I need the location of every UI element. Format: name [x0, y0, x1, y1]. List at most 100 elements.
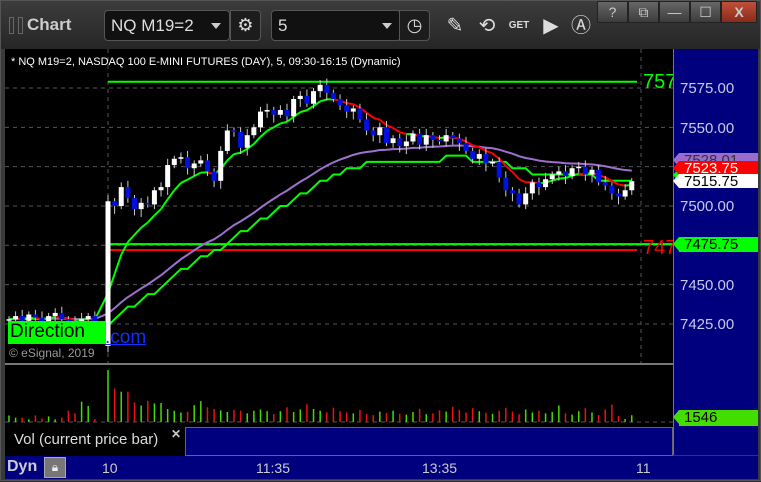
fast-ma-segment: [486, 151, 493, 153]
lower-level-label: 747: [643, 237, 673, 260]
candle-body: [53, 313, 58, 316]
candle-body: [59, 313, 64, 319]
fast-ma-segment: [148, 215, 155, 222]
candle-body: [331, 93, 336, 99]
candle-body: [139, 203, 144, 209]
candle-body: [271, 110, 276, 115]
candle-body: [119, 187, 124, 206]
volume-study-label: Vol (current price bar): [5, 425, 185, 456]
candle-body: [583, 167, 588, 175]
fast-ma-segment: [280, 122, 287, 124]
candle-body: [410, 134, 415, 142]
fast-ma-segment: [135, 228, 142, 235]
candle-body: [510, 190, 515, 193]
candle-body: [603, 182, 608, 185]
candle-body: [172, 159, 177, 165]
fast-ma-segment: [115, 255, 122, 274]
candle-body: [563, 171, 568, 176]
candle-body: [13, 316, 18, 319]
level-price-tag: 7475.75: [679, 237, 758, 252]
candle-body: [530, 182, 535, 193]
fast-ma-segment: [307, 106, 314, 110]
candle-body: [285, 110, 290, 116]
time-label: 10: [102, 460, 118, 476]
candle-body: [576, 167, 581, 169]
fast-ma-segment: [393, 128, 400, 132]
fast-ma-segment: [194, 173, 201, 176]
candle-body: [86, 316, 91, 319]
fast-ma-segment: [353, 104, 360, 107]
fast-ma-segment: [260, 131, 267, 137]
candle-body: [477, 154, 482, 159]
study-area: [185, 427, 673, 456]
price-label: 7550.00: [680, 120, 734, 137]
candle-body: [33, 315, 38, 318]
fast-ma-segment: [181, 180, 188, 183]
candle-body: [430, 135, 435, 140]
candle-body: [377, 127, 382, 135]
candle-body: [231, 130, 236, 132]
candle-body: [132, 198, 137, 209]
candle-body: [470, 151, 475, 159]
volume-tag: 1546: [679, 410, 758, 426]
fast-ma-segment: [300, 110, 307, 112]
candle-body: [238, 132, 243, 148]
fast-ma-segment: [380, 120, 387, 125]
fast-ma-segment: [227, 154, 234, 160]
fast-ma-segment: [161, 199, 168, 209]
candle-body: [205, 160, 210, 171]
close-study-icon[interactable]: ✕: [171, 427, 181, 441]
candle-body: [570, 168, 575, 176]
copyright-text: © eSignal, 2019: [9, 346, 95, 360]
chart-window: Chart NQ M19=2 ⚙ 5 ◷ ✎ ⟲ GET ▶ Ⓐ ? ⧉ — ☐…: [0, 0, 761, 481]
candle-body: [318, 85, 323, 91]
fast-ma-segment: [619, 184, 626, 185]
fast-ma-segment: [519, 179, 526, 182]
candle-body: [497, 162, 502, 178]
candle-body: [258, 112, 263, 128]
candle-body: [424, 135, 429, 144]
candle-body: [457, 138, 462, 143]
candle-body: [26, 315, 31, 321]
candle-body: [623, 190, 628, 196]
candle-body: [251, 127, 256, 135]
fast-ma-segment: [174, 183, 181, 190]
fast-ma-segment: [128, 235, 135, 242]
candle-body: [165, 165, 170, 187]
price-label: 7425.00: [680, 316, 734, 333]
candle-body: [404, 141, 409, 146]
candle-body: [324, 85, 329, 93]
candle-body: [212, 171, 217, 180]
upper-level-label: 757: [643, 71, 673, 94]
fast-ma-segment: [267, 127, 274, 131]
candle-body: [556, 171, 561, 174]
fast-ma-segment: [254, 137, 261, 144]
candle-body: [245, 135, 250, 148]
time-label: 11:35: [256, 460, 290, 476]
candle-body: [609, 186, 614, 194]
candle-body: [192, 164, 197, 169]
chart-header: * NQ M19=2, NASDAQ 100 E-MINI FUTURES (D…: [11, 56, 401, 68]
fast-ma-segment: [367, 113, 374, 118]
candle-body: [112, 201, 117, 206]
candle-body: [344, 105, 349, 111]
lock-icon[interactable]: 🔒︎: [44, 457, 66, 478]
candle-body: [338, 99, 343, 105]
fast-ma-segment: [400, 132, 407, 134]
dynamic-label: Dyn: [7, 458, 37, 476]
fast-ma-segment: [274, 123, 281, 127]
watermark-logo: Direction: [8, 321, 106, 344]
fast-ma-segment: [141, 222, 148, 227]
candle-body: [185, 157, 190, 168]
watermark-link[interactable]: .com: [105, 328, 146, 347]
candle-body: [616, 193, 621, 196]
fast-ma-segment: [493, 153, 500, 158]
candle-body: [483, 154, 488, 163]
candle-body: [444, 135, 449, 141]
candle-body: [198, 160, 203, 163]
time-label: 11: [636, 460, 651, 476]
candle-body: [550, 175, 555, 180]
fast-ma-segment: [373, 118, 380, 120]
fast-ma-segment: [320, 99, 327, 101]
candle-body: [311, 91, 316, 104]
